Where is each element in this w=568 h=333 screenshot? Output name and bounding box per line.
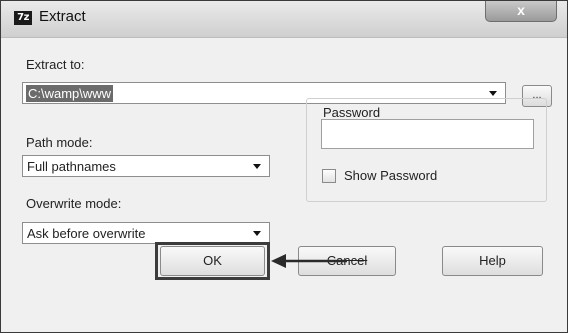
path-mode-label: Path mode:	[26, 135, 93, 150]
chevron-down-icon	[253, 231, 261, 236]
overwrite-mode-label: Overwrite mode:	[26, 196, 122, 211]
extract-to-label: Extract to:	[26, 57, 85, 72]
window-title: Extract	[39, 8, 86, 25]
7zip-app-icon: 7z	[14, 11, 32, 25]
title-bar: 7z Extract x	[1, 1, 567, 38]
close-icon: x	[517, 2, 525, 18]
path-mode-select[interactable]: Full pathnames	[22, 155, 270, 177]
password-group-label: Password	[323, 105, 381, 120]
extract-dialog: 7z Extract x Extract to: C:\wamp\www ...…	[0, 0, 568, 333]
extract-to-value: C:\wamp\www	[26, 84, 114, 102]
close-button[interactable]: x	[485, 1, 557, 22]
help-button[interactable]: Help	[442, 246, 543, 276]
overwrite-mode-select[interactable]: Ask before overwrite	[22, 222, 270, 244]
chevron-down-icon	[253, 164, 261, 169]
password-input[interactable]	[321, 119, 534, 149]
path-mode-value: Full pathnames	[27, 158, 116, 174]
show-password-label[interactable]: Show Password	[344, 168, 437, 183]
ok-button-highlight-annotation	[155, 242, 270, 280]
annotation-arrow-icon	[271, 254, 347, 268]
show-password-checkbox[interactable]	[322, 169, 336, 183]
chevron-down-icon[interactable]	[489, 91, 497, 96]
overwrite-mode-value: Ask before overwrite	[27, 225, 146, 241]
